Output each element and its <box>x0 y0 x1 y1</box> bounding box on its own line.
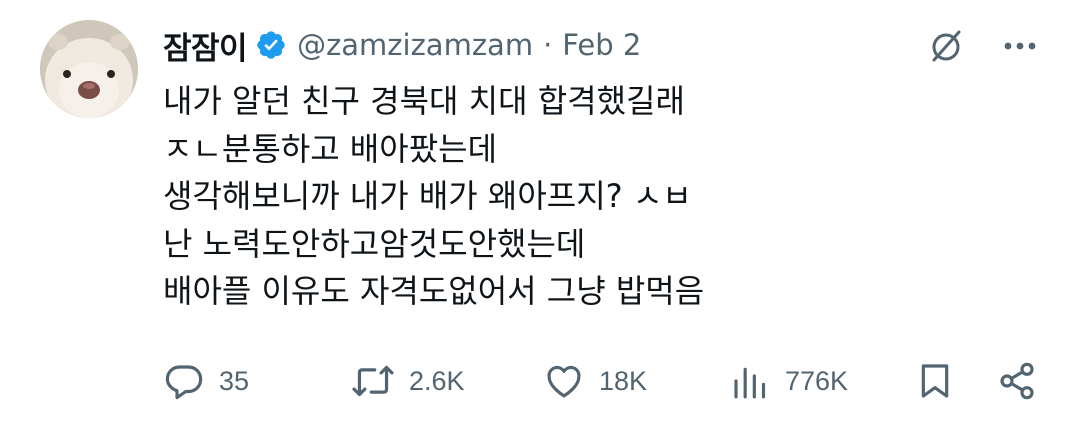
verified-badge-icon[interactable] <box>255 29 287 61</box>
views-count: 776K <box>785 365 849 396</box>
repost-count: 2.6K <box>409 365 465 396</box>
bookmark-button[interactable] <box>915 356 955 406</box>
like-icon <box>543 360 585 402</box>
post-date[interactable]: Feb 2 <box>562 28 641 62</box>
author-handle[interactable]: @zamzizamzam <box>297 28 533 62</box>
tweet-line: ㅈㄴ분통하고 배아팠는데 <box>163 129 498 168</box>
action-bar: 35 2.6K 18K 776K <box>163 356 1043 406</box>
tweet-text: 내가 알던 친구 경북대 치대 합격했길래 ㅈㄴ분통하고 배아팠는데 생각해보니… <box>163 78 1023 316</box>
share-button[interactable] <box>997 356 1037 406</box>
repost-icon <box>351 360 395 402</box>
display-name[interactable]: 잠잠이 <box>163 23 248 68</box>
bookmark-icon <box>915 360 955 402</box>
top-right-controls <box>926 26 1040 66</box>
tweet-header: 잠잠이 @zamzizamzam · Feb 2 <box>163 22 641 68</box>
avatar[interactable] <box>40 20 138 118</box>
like-count: 18K <box>599 365 648 396</box>
reply-button[interactable]: 35 <box>163 356 249 406</box>
tweet-line: 내가 알던 친구 경북대 치대 합격했길래 <box>163 82 685 120</box>
reply-icon <box>163 360 205 402</box>
tweet-line: 배아플 이유도 자격도없어서 그냥 밥먹음 <box>163 272 705 310</box>
views-icon <box>731 360 771 402</box>
reply-count: 35 <box>219 365 250 396</box>
tweet-line: 생각해보니까 내가 배가 왜아프지? ㅅㅂ <box>163 177 692 215</box>
more-icon[interactable] <box>1000 26 1040 66</box>
hamster-avatar-image <box>40 20 138 118</box>
views-button[interactable]: 776K <box>731 356 848 406</box>
tweet-line: 난 노력도안하고암것도안했는데 <box>163 224 586 263</box>
like-button[interactable]: 18K <box>543 356 647 406</box>
share-icon <box>997 360 1037 402</box>
grok-slash-circle-icon[interactable] <box>926 26 966 66</box>
repost-button[interactable]: 2.6K <box>351 356 465 406</box>
separator-dot: · <box>543 28 553 62</box>
